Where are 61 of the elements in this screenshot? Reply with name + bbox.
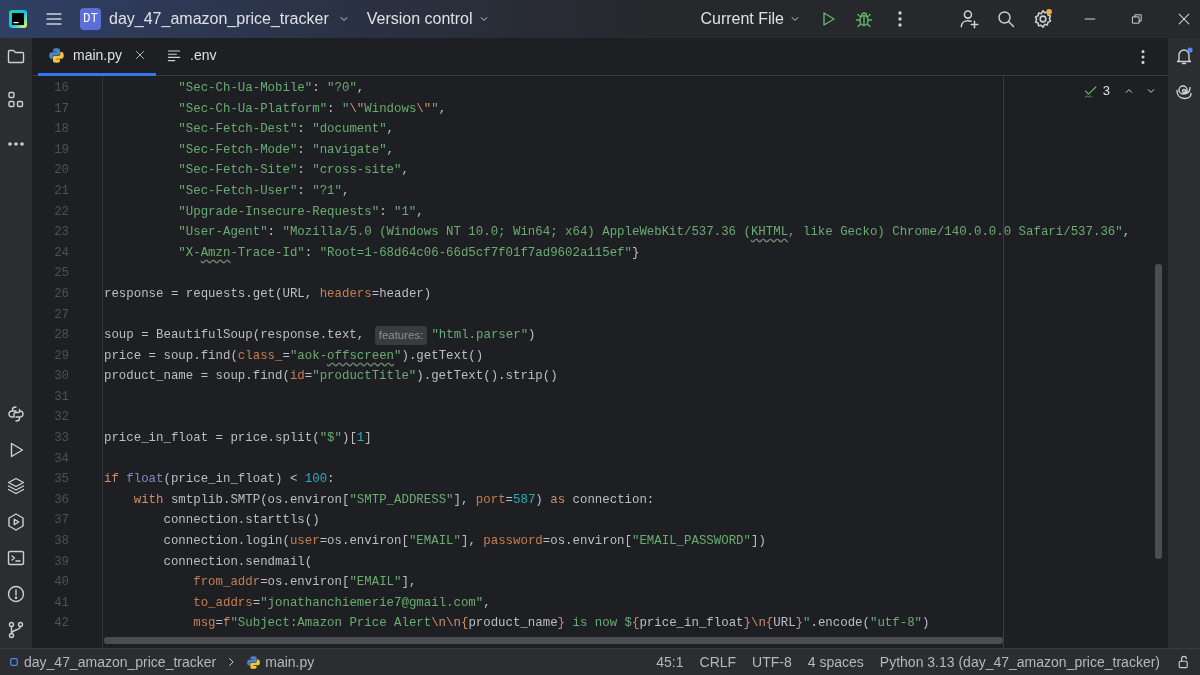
- project-name: day_47_amazon_price_tracker: [109, 9, 329, 29]
- code-line: connection.sendmail(: [163, 553, 313, 571]
- assistant-icon[interactable]: [1174, 82, 1194, 102]
- layers-icon[interactable]: [6, 476, 26, 496]
- code-line: connection.login(user=os.environ["EMAIL"], password=os.environ["EMAIL_PASSWORD"]): [163, 533, 766, 551]
- status-item[interactable]: 4 spaces: [807, 651, 864, 673]
- close-tab-icon[interactable]: [134, 49, 147, 61]
- status-item[interactable]: 45:1: [656, 651, 684, 673]
- python-console-icon[interactable]: [6, 404, 26, 424]
- scrollbar-thumb[interactable]: [1155, 264, 1162, 559]
- code-line: price = soup.find(class_="aok-offscreen").getText(): [104, 347, 484, 365]
- status-item[interactable]: UTF-8: [752, 651, 792, 673]
- breadcrumb-item[interactable]: day_47_amazon_price_tracker: [24, 651, 217, 673]
- terminal-icon[interactable]: [6, 548, 26, 568]
- code-line: from_addr=os.environ["EMAIL"],: [193, 574, 417, 592]
- code-line: product_name = soup.find(id="productTitle").getText().strip(): [104, 368, 558, 386]
- settings-icon[interactable]: [1032, 8, 1054, 30]
- code-line: if float(price_in_float) < 100:: [104, 471, 335, 489]
- status-item[interactable]: CRLF: [699, 651, 737, 673]
- code-line: "X-Amzn-Trace-Id": "Root=1-68d64c06-66d5cf7f01f7ad9602a115ef"}: [178, 244, 640, 262]
- breadcrumb-item[interactable]: main.py: [265, 651, 315, 673]
- notifications-icon[interactable]: [1174, 46, 1194, 66]
- project-badge: DT: [80, 7, 101, 31]
- restore-icon[interactable]: [1130, 12, 1144, 26]
- python-icon: [48, 46, 65, 64]
- vcs-menu[interactable]: Version control: [366, 7, 491, 31]
- run-config-selector[interactable]: Current File: [700, 7, 802, 31]
- code-line: "Sec-Ch-Ua-Mobile": "?0",: [178, 80, 365, 97]
- code-line: msg=f"Subject:Amazon Price Alert\n\n{product_name} is now ${price_in_float}\n{URL}".encode("utf-8"): [193, 615, 930, 633]
- problems-icon[interactable]: [6, 584, 26, 604]
- scrollbar-thumb[interactable]: [104, 637, 1003, 644]
- code-line: with smtplib.SMTP(os.environ["SMTP_ADDRESS"], port=587) as connection:: [133, 491, 655, 509]
- close-icon[interactable]: [1176, 11, 1192, 27]
- code-line: "Sec-Fetch-Site": "cross-site",: [178, 162, 409, 180]
- structure-icon[interactable]: [6, 90, 26, 110]
- add-user-icon[interactable]: [958, 8, 980, 30]
- code-line: "Sec-Ch-Ua-Platform": "\"Windows\"",: [178, 100, 447, 118]
- search-icon[interactable]: [996, 9, 1016, 29]
- code-line: price_in_float = price.split("$")[1]: [104, 430, 372, 448]
- parameter-hint: features:: [374, 325, 428, 346]
- code-line: connection.starttls(): [163, 512, 320, 530]
- status-item[interactable]: Python 3.13 (day_47_amazon_price_tracker): [879, 651, 1160, 673]
- module-icon: [8, 656, 20, 668]
- code-line: "Sec-Fetch-Mode": "navigate",: [178, 141, 394, 159]
- debug-icon[interactable]: [854, 9, 874, 29]
- app-logo: [8, 9, 28, 29]
- git-icon[interactable]: [6, 620, 26, 640]
- inspection-count[interactable]: 3: [1102, 81, 1110, 101]
- code-line: "html.parser"): [431, 327, 536, 345]
- code-line: response = requests.get(URL, headers=header): [104, 285, 432, 303]
- code-line: to_addrs="jonathanchiemerie7@gmail.com",: [193, 594, 491, 612]
- code-line: soup = BeautifulSoup(response.text,: [104, 327, 366, 345]
- code-line: "Sec-Fetch-User": "?1",: [178, 182, 350, 200]
- code-line: "User-Agent": "Mozilla/5.0 (Windows NT 10.0; Win64; x64) AppleWebKit/537.36 (KHTML, like Gecko) Chrome/140.0.0.0 Safari/537.36",: [178, 224, 1131, 242]
- code-line: "Upgrade-Insecure-Requests": "1",: [178, 203, 424, 221]
- text-file-icon: [166, 47, 183, 63]
- python-icon: [246, 654, 262, 670]
- code-line: "Sec-Fetch-Dest": "document",: [178, 121, 394, 139]
- project-selector[interactable]: DT day_47_amazon_price_tracker: [80, 7, 351, 31]
- file-tab[interactable]: .env: [156, 37, 227, 76]
- services-icon[interactable]: [6, 512, 26, 532]
